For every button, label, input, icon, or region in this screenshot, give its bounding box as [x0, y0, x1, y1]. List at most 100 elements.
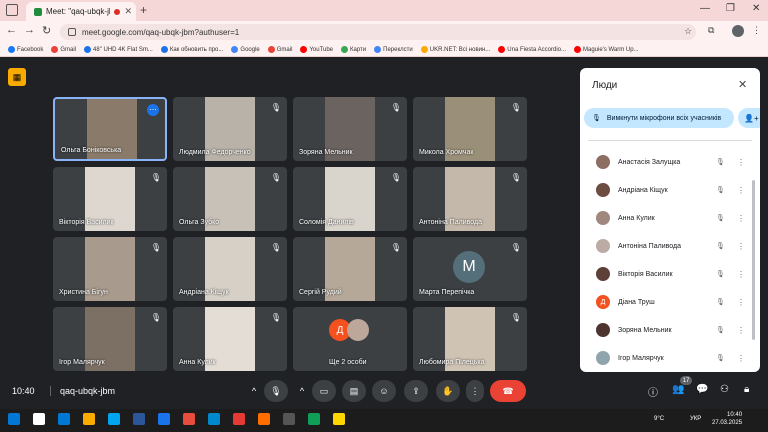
restore-icon[interactable]: ❐: [726, 3, 735, 14]
taskbar-app-icon[interactable]: [333, 413, 345, 425]
back-icon[interactable]: ←: [6, 24, 17, 36]
mic-off-icon[interactable]: 🎙︎: [716, 186, 728, 194]
people-list-item[interactable]: Андріана Кіщук 🎙︎ ⋮: [596, 178, 746, 202]
present-button[interactable]: ⇪: [404, 380, 428, 402]
captions-button[interactable]: ▤: [342, 380, 366, 402]
taskbar-app-icon[interactable]: [58, 413, 70, 425]
people-list-item[interactable]: Вікторія Василик 🎙︎ ⋮: [596, 262, 746, 286]
mute-all-button[interactable]: 🎙︎ Вимкнути мікрофони всіх учасників: [584, 108, 734, 128]
participant-tile[interactable]: Зоряна Мельник 🎙︎: [293, 97, 407, 161]
meet-companion-icon[interactable]: ▦: [8, 68, 26, 86]
mic-off-icon[interactable]: 🎙︎: [716, 326, 728, 334]
close-window-icon[interactable]: ✕: [752, 3, 760, 14]
more-options-icon[interactable]: ⋮: [736, 242, 746, 251]
add-people-button[interactable]: 👤+: [738, 108, 760, 128]
taskbar-app-icon[interactable]: [158, 413, 170, 425]
emoji-button[interactable]: ☺: [372, 380, 396, 402]
mic-off-icon[interactable]: 🎙︎: [716, 354, 728, 362]
site-info-icon[interactable]: [68, 28, 76, 36]
forward-icon[interactable]: →: [24, 24, 35, 36]
people-list-item[interactable]: Анна Кулик 🎙︎ ⋮: [596, 206, 746, 230]
close-panel-icon[interactable]: ✕: [738, 78, 747, 91]
bookmark-item[interactable]: Карти: [341, 46, 366, 53]
bookmark-item[interactable]: Gmail: [267, 46, 292, 53]
microphone-button[interactable]: 🎙︎: [264, 380, 288, 402]
participant-tile[interactable]: Д Ще 2 особи: [293, 307, 407, 371]
participant-tile[interactable]: M Марта Перепічка 🎙︎: [413, 237, 527, 301]
participant-tile[interactable]: Людмила Федорченко 🎙︎: [173, 97, 287, 161]
participant-tile[interactable]: Антоніна Паливода 🎙︎: [413, 167, 527, 231]
search-icon[interactable]: [33, 413, 45, 425]
taskbar-app-icon[interactable]: [108, 413, 120, 425]
bookmark-item[interactable]: Facebook: [8, 46, 43, 53]
more-options-icon[interactable]: ⋮: [736, 298, 746, 307]
bookmark-item[interactable]: Una Fiesta Accordio...: [498, 46, 566, 53]
mic-off-icon[interactable]: 🎙︎: [716, 242, 728, 250]
participant-tile[interactable]: Анна Кулик 🎙︎: [173, 307, 287, 371]
more-options-icon[interactable]: ⋮: [736, 354, 746, 363]
participant-tile[interactable]: Соломія Данилів 🎙︎: [293, 167, 407, 231]
start-menu-icon[interactable]: [8, 413, 20, 425]
more-options-button[interactable]: ⋮: [466, 380, 484, 402]
people-list-item[interactable]: Зоряна Мельник 🎙︎ ⋮: [596, 318, 746, 342]
taskbar-app-icon[interactable]: [308, 413, 320, 425]
more-options-icon[interactable]: ⋮: [736, 158, 746, 167]
participant-tile[interactable]: Ольга Зубко 🎙︎: [173, 167, 287, 231]
minimize-icon[interactable]: —: [700, 3, 710, 14]
tab-close-icon[interactable]: ✕: [124, 6, 132, 17]
participant-tile[interactable]: Ольга Боніковська ⋯: [53, 97, 167, 161]
bookmark-item[interactable]: Gmail: [51, 46, 76, 53]
bookmark-item[interactable]: Google: [231, 46, 260, 53]
people-icon[interactable]: 👥: [672, 384, 684, 395]
chrome-menu-icon[interactable]: ⋮: [752, 25, 761, 36]
reload-icon[interactable]: ↻: [42, 24, 51, 37]
video-options-chevron-icon[interactable]: ^: [294, 380, 310, 402]
more-options-icon[interactable]: ⋮: [736, 186, 746, 195]
chat-icon[interactable]: 💬: [696, 384, 708, 395]
bookmark-item[interactable]: Maguie's Warm Up...: [574, 46, 639, 53]
more-options-icon[interactable]: ⋮: [736, 270, 746, 279]
new-tab-button[interactable]: +: [140, 3, 147, 17]
taskbar-app-icon[interactable]: [233, 413, 245, 425]
people-list-item[interactable]: Антоніна Паливода 🎙︎ ⋮: [596, 234, 746, 258]
taskbar-app-icon[interactable]: [133, 413, 145, 425]
participant-tile[interactable]: Вікторія Василик 🎙︎: [53, 167, 167, 231]
participant-tile[interactable]: Микола Хромчак 🎙︎: [413, 97, 527, 161]
profile-avatar[interactable]: [732, 25, 744, 37]
mic-off-icon[interactable]: 🎙︎: [716, 214, 728, 222]
bookmark-item[interactable]: Переклсти: [374, 46, 413, 53]
more-options-icon[interactable]: ⋮: [736, 326, 746, 335]
camera-button[interactable]: ▭: [312, 380, 336, 402]
participant-tile[interactable]: Сергій Рудий 🎙︎: [293, 237, 407, 301]
taskbar-app-icon[interactable]: [258, 413, 270, 425]
bookmark-item[interactable]: YouTube: [300, 46, 333, 53]
mic-off-icon[interactable]: 🎙︎: [716, 298, 728, 306]
people-list-item[interactable]: Ігор Малярчук 🎙︎ ⋮: [596, 346, 746, 370]
language-indicator[interactable]: УКР: [690, 416, 701, 422]
end-call-button[interactable]: ☎: [490, 380, 526, 402]
omnibox[interactable]: meet.google.com/qaq-ubqk-jbm?authuser=1: [60, 24, 696, 40]
people-list-item[interactable]: Анастасія Залущка 🎙︎ ⋮: [596, 150, 746, 174]
bookmark-item[interactable]: UKR.NET: Всі новин...: [420, 46, 490, 53]
tile-more-options-icon[interactable]: ⋯: [147, 104, 159, 116]
participant-tile[interactable]: Христина Бігун 🎙︎: [53, 237, 167, 301]
meeting-info-icon[interactable]: ⓘ: [648, 384, 658, 399]
taskbar-app-icon[interactable]: [283, 413, 295, 425]
extensions-icon[interactable]: ⧉: [708, 25, 714, 36]
people-scrollbar[interactable]: [752, 180, 755, 340]
more-options-icon[interactable]: ⋮: [736, 214, 746, 223]
mic-off-icon[interactable]: 🎙︎: [716, 158, 728, 166]
host-controls-icon[interactable]: 🔒︎: [744, 384, 749, 395]
activities-icon[interactable]: ⚇: [720, 384, 729, 395]
bookmark-item[interactable]: 48" UHD 4K Flat Sm...: [84, 46, 153, 53]
browser-tab[interactable]: Meet: "qaq-ubqk-jbm" ✕: [26, 2, 136, 21]
tab-search-icon[interactable]: [6, 4, 18, 16]
raise-hand-button[interactable]: ✋: [436, 380, 460, 402]
audio-options-chevron-icon[interactable]: ^: [246, 380, 262, 402]
taskbar-clock[interactable]: 10:40 27.03.2025: [712, 411, 742, 427]
taskbar-app-icon[interactable]: [208, 413, 220, 425]
people-list-item[interactable]: Д Діана Труш 🎙︎ ⋮: [596, 290, 746, 314]
participant-tile[interactable]: Ігор Малярчук 🎙︎: [53, 307, 167, 371]
participant-tile[interactable]: Андріана Кіщук 🎙︎: [173, 237, 287, 301]
mic-off-icon[interactable]: 🎙︎: [716, 270, 728, 278]
